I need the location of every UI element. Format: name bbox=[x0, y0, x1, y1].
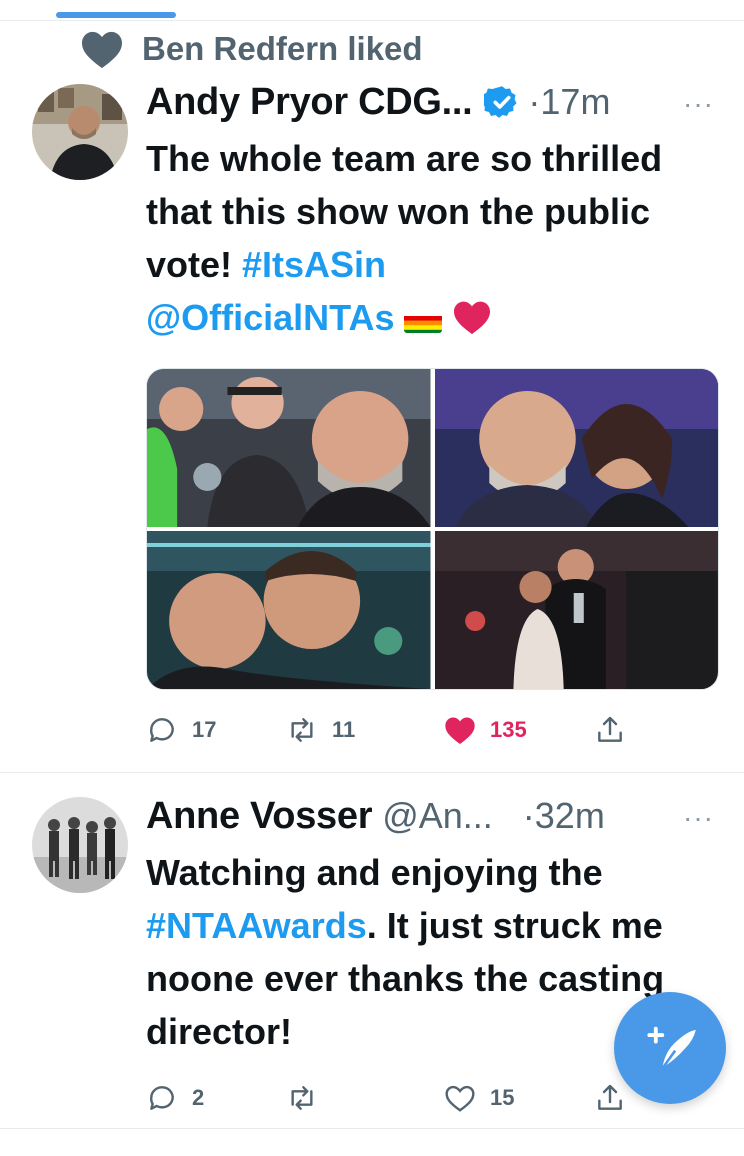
tweet-header: Andy Pryor CDG... ·17m bbox=[146, 78, 610, 126]
reply-count: 17 bbox=[192, 717, 217, 742]
mention-link[interactable]: @OfficialNTAs bbox=[146, 297, 394, 338]
tweet-text-body: The whole team are so thrilled that this… bbox=[146, 138, 663, 285]
photo-4[interactable] bbox=[434, 531, 718, 689]
media-grid bbox=[146, 368, 719, 690]
photo-3[interactable] bbox=[147, 531, 431, 689]
avatar-andy-pryor[interactable] bbox=[32, 84, 128, 180]
like-count: 15 bbox=[490, 1085, 515, 1110]
photo-1[interactable] bbox=[147, 369, 431, 527]
tweet-text: The whole team are so thrilled that this… bbox=[146, 132, 716, 344]
heart-filled-icon bbox=[445, 717, 475, 744]
timestamp[interactable]: ·32m bbox=[523, 795, 605, 837]
like-count: 135 bbox=[490, 717, 527, 742]
more-options-icon[interactable]: ··· bbox=[683, 802, 714, 834]
retweet-icon bbox=[291, 1086, 313, 1110]
reply-icon bbox=[150, 1086, 174, 1110]
reply-count: 2 bbox=[192, 1085, 205, 1110]
retweet-icon bbox=[291, 718, 313, 742]
rainbow-flag-icon bbox=[404, 305, 443, 333]
tweet-header: Anne Vosser @An... ·32m bbox=[146, 792, 605, 840]
hashtag-link[interactable]: #ItsASin bbox=[242, 244, 386, 285]
retweet-count: 11 bbox=[332, 717, 356, 742]
author-handle[interactable]: @An... bbox=[382, 795, 493, 837]
heart-icon bbox=[82, 31, 122, 69]
heart-outline-icon bbox=[445, 1085, 475, 1112]
retweet-button[interactable]: 11 bbox=[286, 712, 355, 748]
social-context-label: Ben Redfern liked bbox=[142, 30, 423, 67]
photo-2[interactable] bbox=[434, 369, 718, 527]
author-name[interactable]: Andy Pryor CDG... bbox=[146, 81, 473, 124]
tweet-divider bbox=[0, 772, 744, 773]
verified-badge-icon bbox=[484, 86, 517, 118]
tab-indicator bbox=[56, 12, 176, 18]
tweet-actions: 2 15 bbox=[146, 1080, 646, 1116]
share-icon bbox=[598, 1084, 622, 1110]
tweet-actions: 17 11 135 bbox=[146, 712, 646, 748]
reply-button[interactable]: 2 bbox=[146, 1080, 204, 1116]
tweet-divider bbox=[0, 1128, 744, 1129]
compose-tweet-button[interactable] bbox=[614, 992, 726, 1104]
avatar-anne-vosser[interactable] bbox=[32, 797, 128, 893]
hashtag-link[interactable]: #NTAAwards bbox=[146, 905, 367, 946]
author-name[interactable]: Anne Vosser bbox=[146, 795, 372, 838]
share-button[interactable] bbox=[594, 712, 626, 748]
social-context[interactable]: Ben Redfern liked bbox=[80, 26, 423, 72]
red-heart-icon bbox=[454, 301, 491, 335]
like-button[interactable]: 135 bbox=[444, 712, 527, 748]
more-options-icon[interactable]: ··· bbox=[683, 88, 714, 120]
timestamp[interactable]: ·17m bbox=[528, 81, 610, 123]
like-button[interactable]: 15 bbox=[444, 1080, 514, 1116]
share-button[interactable] bbox=[594, 1080, 626, 1116]
share-icon bbox=[598, 716, 622, 742]
tweet-text-body: Watching and enjoying the bbox=[146, 852, 603, 893]
reply-button[interactable]: 17 bbox=[146, 712, 216, 748]
reply-icon bbox=[150, 718, 174, 742]
compose-tweet-icon bbox=[647, 1026, 696, 1070]
top-divider bbox=[0, 20, 744, 21]
retweet-button[interactable] bbox=[286, 1080, 332, 1116]
